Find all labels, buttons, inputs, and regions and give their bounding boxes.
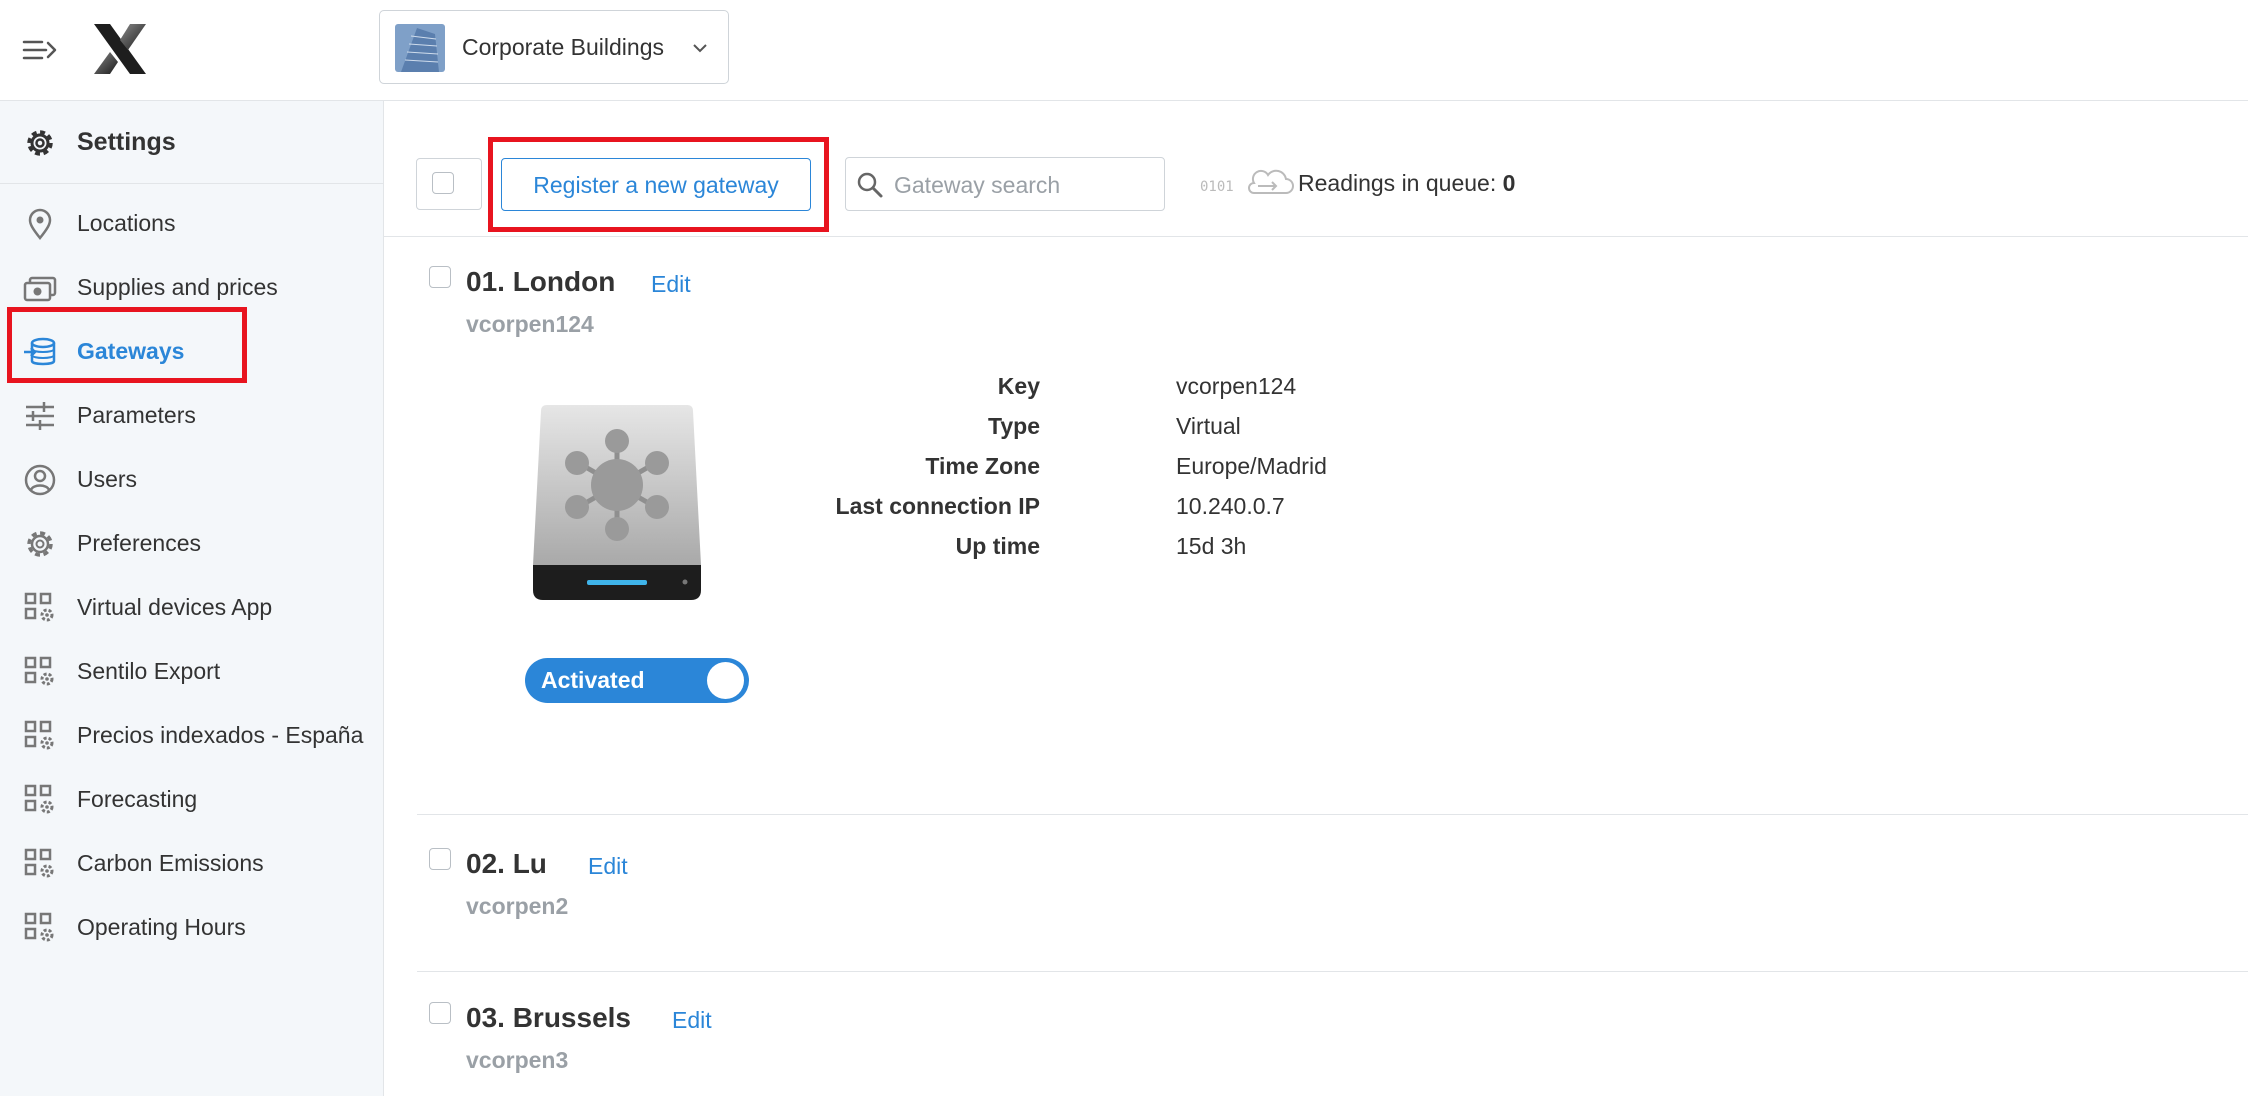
search-icon: [856, 171, 884, 199]
queue-binary-label: 0101: [1200, 179, 1234, 195]
sidebar-item-carbon-emissions[interactable]: Carbon Emissions: [0, 831, 383, 895]
app-grid-gear-icon: [23, 719, 57, 753]
sidebar-item-users[interactable]: Users: [0, 447, 383, 511]
app-grid-gear-icon: [23, 847, 57, 881]
gateway-search[interactable]: [845, 157, 1165, 211]
detail-label: Time Zone: [925, 453, 1040, 479]
sidebar-item-sentilo-export[interactable]: Sentilo Export: [0, 639, 383, 703]
app-grid-gear-icon: [23, 655, 57, 689]
location-selector[interactable]: Corporate Buildings: [379, 10, 729, 84]
queue-label: Readings in queue:: [1298, 170, 1497, 196]
register-gateway-button[interactable]: Register a new gateway: [501, 158, 811, 211]
menu-toggle-icon[interactable]: [20, 30, 60, 70]
sidebar-item-label: Precios indexados - España: [77, 722, 364, 748]
map-pin-icon: [23, 207, 57, 241]
sidebar-item-label: Sentilo Export: [77, 658, 221, 684]
sidebar-item-label: Supplies and prices: [77, 274, 278, 300]
sidebar-item-label: Gateways: [77, 338, 185, 364]
top-bar: Corporate Buildings: [0, 0, 2248, 101]
sidebar-item-label: Operating Hours: [77, 914, 246, 940]
gateway-toolbar: Register a new gateway 0101 Readings in …: [384, 101, 2248, 237]
search-input[interactable]: [892, 168, 1156, 202]
sidebar-item-label: Locations: [77, 210, 176, 236]
sidebar-item-forecasting[interactable]: Forecasting: [0, 767, 383, 831]
gateway-device-image: [527, 405, 707, 605]
sliders-icon: [23, 399, 57, 433]
chevron-down-icon: [690, 38, 710, 58]
sidebar-item-label: Forecasting: [77, 786, 198, 812]
detail-value: 10.240.0.7: [1176, 493, 1285, 519]
building-thumbnail: [395, 24, 445, 72]
sidebar-item-label: Preferences: [77, 530, 202, 556]
sidebar-item-precios-indexados[interactable]: Precios indexados - España: [0, 703, 383, 767]
edit-link[interactable]: Edit: [588, 853, 628, 880]
gateway-title: 02. Lu: [466, 848, 547, 879]
gateway-key: vcorpen2: [466, 893, 569, 919]
sidebar-item-preferences[interactable]: Preferences: [0, 511, 383, 575]
detail-value: Virtual: [1176, 413, 1241, 439]
gateway-checkbox[interactable]: [429, 266, 451, 288]
sidebar-item-label: Parameters: [77, 402, 196, 428]
sidebar-item-virtual-devices-app[interactable]: Virtual devices App: [0, 575, 383, 639]
divider: [417, 971, 2248, 972]
readings-queue-status: Readings in queue: 0: [1298, 170, 1515, 197]
divider: [417, 814, 2248, 815]
detail-row: Time Zone Europe/Madrid: [860, 453, 1460, 493]
gateway-key: vcorpen124: [466, 311, 594, 337]
sidebar-item-label: Carbon Emissions: [77, 850, 264, 876]
sidebar-item-parameters[interactable]: Parameters: [0, 383, 383, 447]
gear-icon: [22, 125, 58, 161]
detail-value: 15d 3h: [1176, 533, 1247, 559]
user-circle-icon: [23, 463, 57, 497]
app-grid-gear-icon: [23, 911, 57, 945]
app-grid-gear-icon: [23, 591, 57, 625]
detail-label: Last connection IP: [835, 493, 1040, 519]
gateway-title: 03. Brussels: [466, 1002, 631, 1033]
detail-row: Up time 15d 3h: [860, 533, 1460, 573]
gateway-icon: [23, 335, 57, 369]
detail-row: Type Virtual: [860, 413, 1460, 453]
toggle-label: Activated: [541, 667, 645, 693]
cloud-upload-icon: 0101: [1196, 167, 1306, 201]
gateway-checkbox[interactable]: [429, 1002, 451, 1024]
detail-label: Key: [997, 373, 1040, 399]
money-icon: [23, 271, 57, 305]
select-all-checkbox[interactable]: [416, 158, 482, 210]
toggle-knob: [707, 662, 744, 699]
settings-sidebar: Settings Locations Supplies and prices G…: [0, 101, 384, 1096]
edit-link[interactable]: Edit: [672, 1007, 712, 1034]
detail-value: Europe/Madrid: [1176, 453, 1327, 479]
sidebar-title: Settings: [77, 128, 176, 156]
gear-icon: [23, 527, 57, 561]
sidebar-item-locations[interactable]: Locations: [0, 191, 383, 255]
detail-label: Up time: [955, 533, 1040, 559]
sidebar-item-label: Virtual devices App: [77, 594, 273, 620]
location-name: Corporate Buildings: [462, 34, 665, 60]
queue-count: 0: [1502, 170, 1516, 196]
sidebar-item-supplies[interactable]: Supplies and prices: [0, 255, 383, 319]
detail-label: Type: [988, 413, 1040, 439]
gateway-key: vcorpen3: [466, 1047, 569, 1073]
app-grid-gear-icon: [23, 783, 57, 817]
gateway-activation-toggle[interactable]: Activated: [525, 658, 749, 703]
sidebar-item-gateways[interactable]: Gateways: [0, 319, 383, 383]
detail-value: vcorpen124: [1176, 373, 1297, 399]
gateway-checkbox[interactable]: [429, 848, 451, 870]
gateway-title: 01. London: [466, 266, 616, 297]
detail-row: Last connection IP 10.240.0.7: [836, 493, 1460, 533]
edit-link[interactable]: Edit: [651, 271, 691, 298]
sidebar-header: Settings: [0, 101, 383, 184]
sidebar-item-label: Users: [77, 466, 138, 492]
app-logo[interactable]: [90, 22, 150, 76]
sidebar-item-operating-hours[interactable]: Operating Hours: [0, 895, 383, 959]
detail-row: Key vcorpen124: [860, 373, 1460, 413]
